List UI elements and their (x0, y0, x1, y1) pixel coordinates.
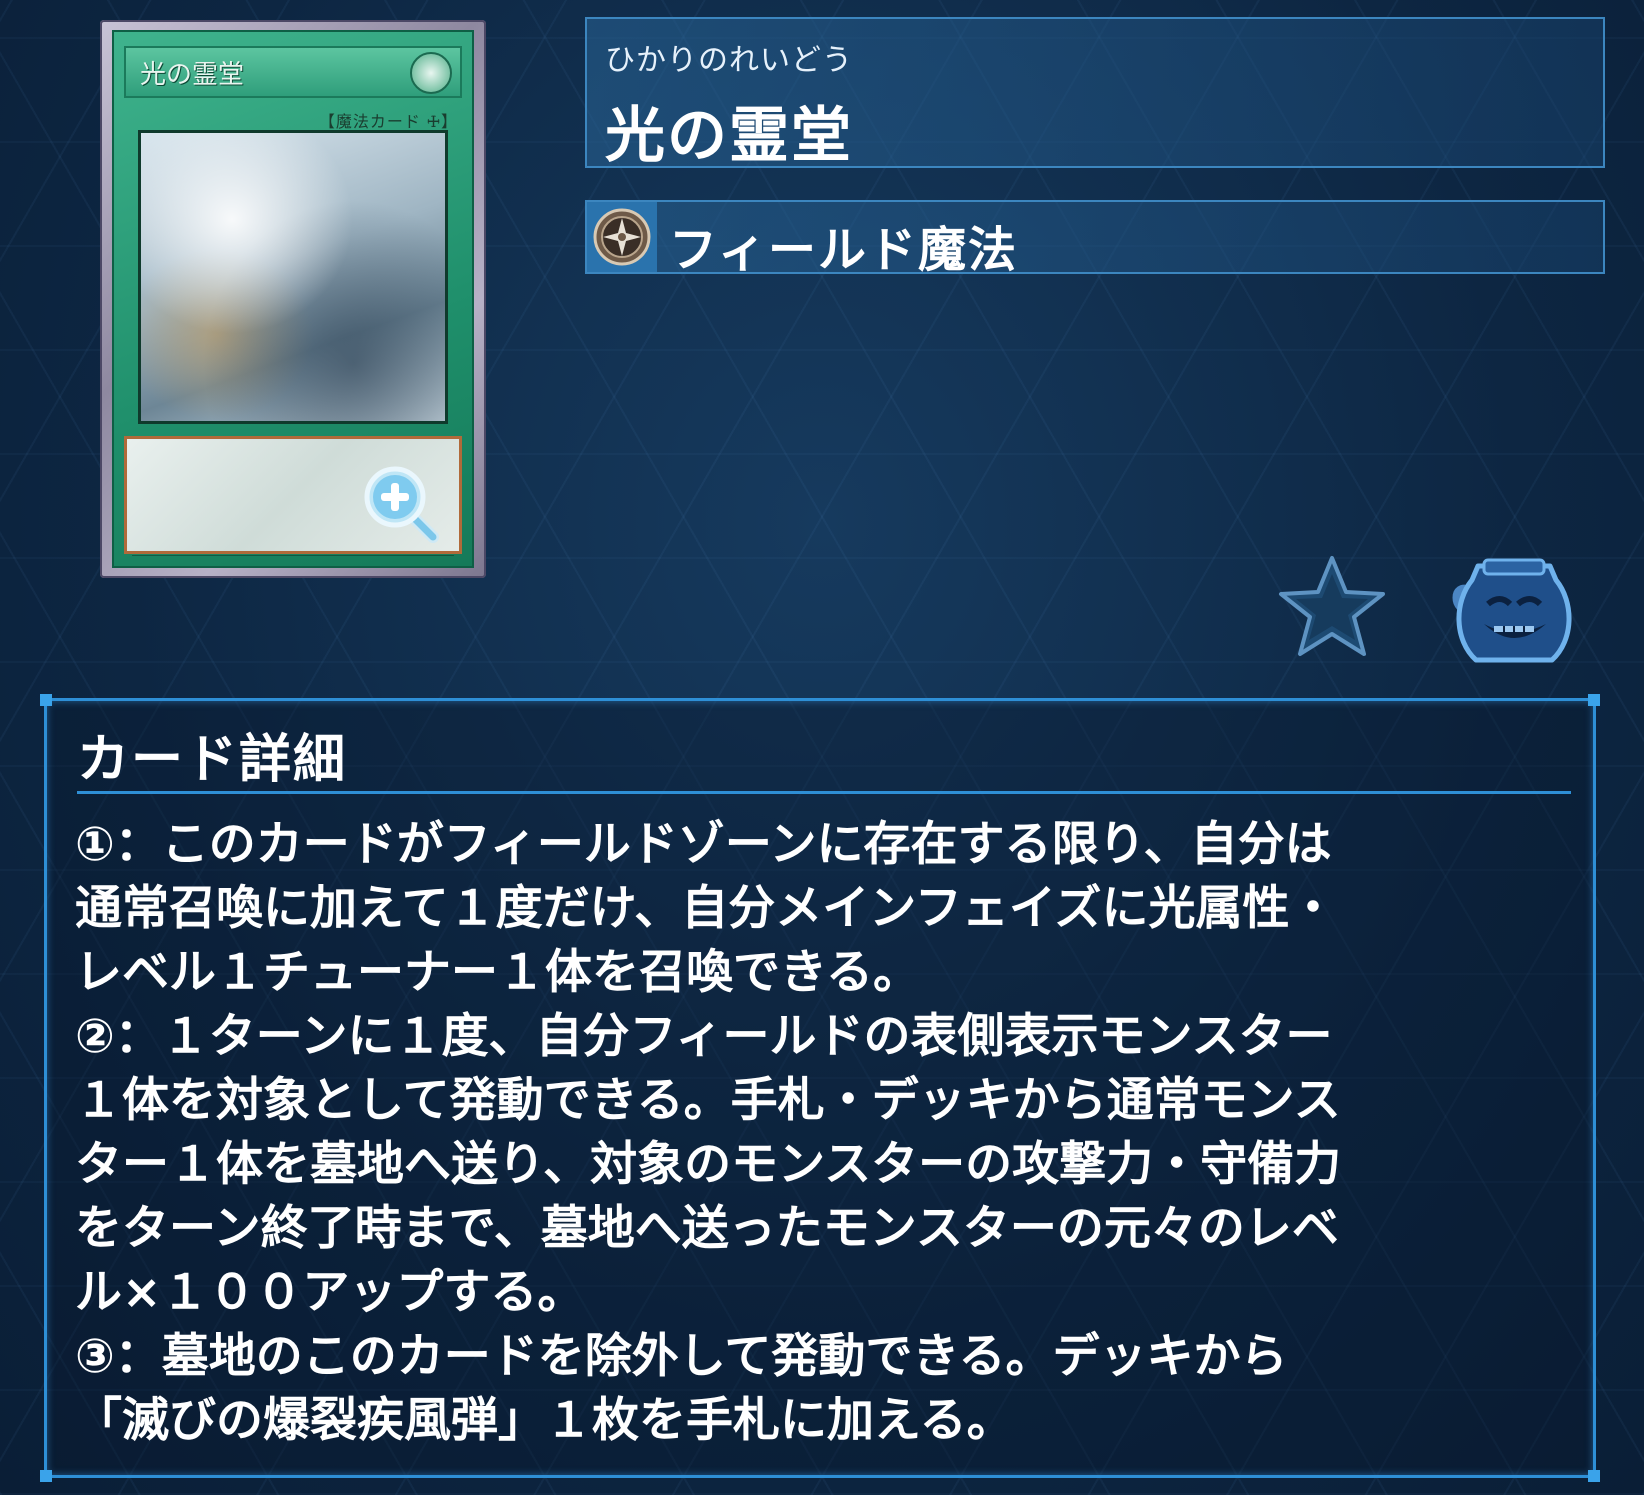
panel-corner (40, 1470, 52, 1482)
detail-title: カード詳細 (77, 730, 348, 790)
zoom-in-icon[interactable] (359, 461, 445, 547)
card-body: 光の霊堂 【魔法カード 🜊】 (112, 30, 474, 568)
card-name-panel: ひかりのれいどう 光の霊堂 (585, 17, 1605, 171)
panel-corner (1588, 694, 1600, 706)
detail-divider (77, 791, 1571, 794)
card-name: 光の霊堂 (605, 101, 853, 171)
card-image[interactable]: 光の霊堂 【魔法カード 🜊】 (100, 20, 486, 578)
card-type-label: フィールド魔法 (669, 222, 1019, 278)
card-effect-text: ①：このカードがフィールドゾーンに存在する限り、自分は 通常召喚に加えて１度だけ… (75, 817, 1342, 1448)
card-footer (132, 555, 454, 562)
card-detail-panel[interactable]: カード詳細 ①：このカードがフィールドゾーンに存在する限り、自分は 通常召喚に加… (40, 694, 1600, 1482)
card-text-box (124, 436, 462, 554)
card-type-panel: フィールド魔法 (585, 200, 1605, 278)
field-spell-icon (593, 208, 651, 266)
card-artwork (138, 130, 448, 424)
card-image-name: 光の霊堂 (140, 60, 245, 90)
card-ruby: ひかりのれいどう (605, 43, 853, 78)
star-icon[interactable] (1275, 552, 1389, 666)
spell-attribute-icon (410, 52, 452, 94)
pot-of-greed-icon[interactable] (1448, 552, 1580, 670)
panel-corner (1588, 1470, 1600, 1482)
card-name-box: 光の霊堂 (124, 46, 462, 98)
type-icon-cell (587, 202, 657, 272)
panel-corner (40, 694, 52, 706)
